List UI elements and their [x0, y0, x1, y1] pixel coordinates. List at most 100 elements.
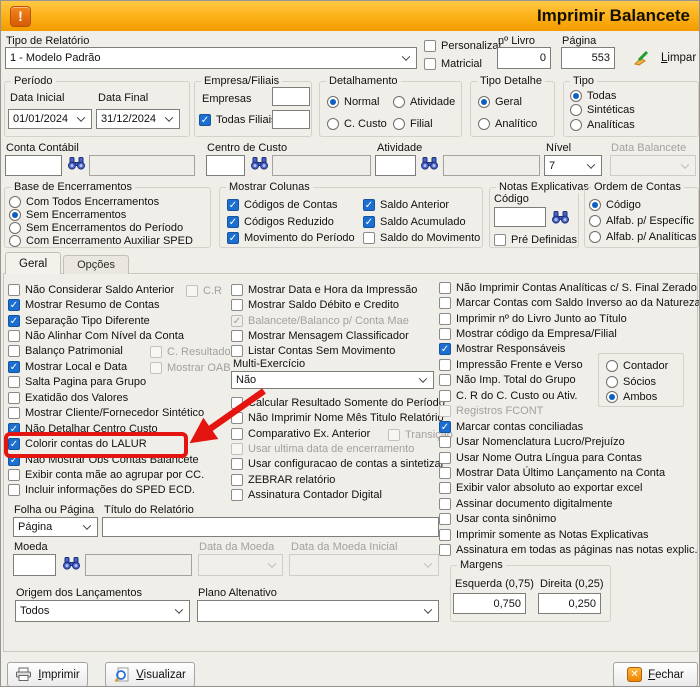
codigo-input[interactable]	[494, 207, 546, 227]
checkbox-zebrar-relatorio[interactable]: ZEBRAR relatório	[231, 472, 445, 487]
checkbox-usar-configuracao-de-contas-a-sintetizar[interactable]: Usar configuracao de contas a sintetizar	[231, 457, 445, 472]
checkbox-box[interactable]	[439, 452, 451, 464]
checkbox-nao-considerar-saldo-anterior[interactable]: Não Considerar Saldo AnteriorC.R	[8, 282, 204, 297]
radio-sinteticas[interactable]: Sintéticas	[570, 103, 635, 117]
checkbox-box[interactable]	[439, 467, 451, 479]
checkbox-box[interactable]: ✓	[227, 216, 239, 228]
checkbox-box[interactable]	[8, 484, 20, 496]
checkbox-box[interactable]	[8, 469, 20, 481]
checkbox-todas-filiais[interactable]: ✓Todas Filiais	[199, 112, 277, 127]
checkbox-saldo-acumulado[interactable]: ✓Saldo Acumulado	[363, 214, 480, 231]
fechar-button[interactable]: ✕ Fechar	[613, 662, 698, 687]
margem-esquerda-input[interactable]: 0,750	[453, 593, 526, 614]
checkbox-box[interactable]	[231, 474, 243, 486]
radio-circle[interactable]	[606, 360, 618, 372]
checkbox-box[interactable]	[439, 328, 451, 340]
checkbox-exibir-conta-mae-ao-agrupar-por-cc[interactable]: Exibir conta mãe ao agrupar por CC.	[8, 467, 204, 482]
checkbox-mostrar-mensagem-classificador[interactable]: Mostrar Mensagem Classificador	[231, 328, 417, 343]
pagina-input[interactable]: 553	[561, 47, 615, 69]
imprimir-button[interactable]: Imprimir	[7, 662, 88, 687]
checkbox-saldo-anterior[interactable]: ✓Saldo Anterior	[363, 197, 480, 214]
checkbox-box[interactable]	[8, 330, 20, 342]
radio-todas[interactable]: Todas	[570, 89, 635, 103]
checkbox-mostrar-codigo-da-empresa-filial[interactable]: Mostrar código da Empresa/Filial	[439, 326, 700, 341]
radio-com-encerramento-auxiliar-sped[interactable]: Com Encerramento Auxiliar SPED	[9, 234, 193, 247]
titulo-relatorio-input[interactable]	[102, 517, 439, 537]
tipo-relatorio-select[interactable]: 1 - Modelo Padrão	[5, 47, 417, 69]
checkbox-usar-nomenclatura-lucro-prejuizo[interactable]: Usar Nomenclatura Lucro/Prejuízo	[439, 434, 700, 449]
checkbox-pre-definidas[interactable]: Pré Definidas	[494, 232, 577, 247]
binoculars-icon[interactable]	[68, 157, 85, 170]
checkbox-box[interactable]	[8, 407, 20, 419]
checkbox-mostrar-data-e-hora-da-impressao[interactable]: Mostrar Data e Hora da Impressão	[231, 282, 417, 297]
checkbox-mostrar-saldo-debito-e-credito[interactable]: Mostrar Saldo Débito e Credito	[231, 297, 417, 312]
checkbox-exibir-valor-absoluto-ao-exportar-excel[interactable]: Exibir valor absoluto ao exportar excel	[439, 481, 700, 496]
radio-circle[interactable]	[570, 90, 582, 102]
num-livro-input[interactable]: 0	[497, 47, 551, 69]
binoculars-icon[interactable]	[251, 157, 268, 170]
checkbox-box[interactable]	[424, 58, 436, 70]
checkbox-salta-pagina-para-grupo[interactable]: Salta Pagina para Grupo	[8, 375, 204, 390]
checkbox-mostrar-data-ultimo-lancamento-na-conta[interactable]: Mostrar Data Último Lançamento na Conta	[439, 465, 700, 480]
nivel-select[interactable]: 7	[544, 155, 602, 176]
radio-circle[interactable]	[327, 118, 339, 130]
checkbox-box[interactable]	[8, 392, 20, 404]
checkbox-mostrar-local-e-data[interactable]: ✓Mostrar Local e DataMostrar OAB	[8, 359, 204, 374]
radio-circle[interactable]	[393, 118, 405, 130]
checkbox-box[interactable]	[363, 232, 375, 244]
radio-geral[interactable]: Geral	[478, 91, 537, 113]
visualizar-button[interactable]: Visualizar	[105, 662, 195, 687]
radio-circle[interactable]	[393, 96, 405, 108]
radio-circle[interactable]	[606, 376, 618, 388]
atividade-input[interactable]	[375, 155, 416, 176]
radio-analiticas[interactable]: Analíticas	[570, 118, 635, 132]
checkbox-box[interactable]	[439, 359, 451, 371]
checkbox-matricial[interactable]: Matricial	[424, 55, 502, 73]
checkbox-box[interactable]	[439, 498, 451, 510]
checkbox-usar-conta-sinonimo[interactable]: Usar conta sinônimo	[439, 512, 700, 527]
origem-lancamentos-select[interactable]: Todos	[15, 600, 190, 622]
radio-com-todos-encerramentos[interactable]: Com Todos Encerramentos	[9, 195, 193, 208]
binoculars-icon[interactable]	[421, 157, 438, 170]
radio-circle[interactable]	[589, 199, 601, 211]
checkbox-box[interactable]	[439, 282, 451, 294]
checkbox-movimento-do-periodo[interactable]: ✓Movimento do Período	[227, 230, 355, 247]
checkbox-box[interactable]	[439, 529, 451, 541]
checkbox-personalizar[interactable]: Personalizar	[424, 37, 502, 55]
radio-circle[interactable]	[9, 235, 21, 247]
checkbox-exatidao-dos-valores[interactable]: Exatidão dos Valores	[8, 390, 204, 405]
checkbox-box[interactable]: ✓	[363, 216, 375, 228]
checkbox-box[interactable]: ✓	[227, 232, 239, 244]
checkbox-box[interactable]: ✓	[439, 421, 451, 433]
checkbox-box[interactable]	[439, 374, 451, 386]
checkbox-separacao-tipo-diferente[interactable]: ✓Separação Tipo Diferente	[8, 313, 204, 328]
radio-codigo[interactable]: Código	[589, 197, 697, 213]
binoculars-icon[interactable]	[63, 557, 80, 570]
checkbox-box[interactable]: ✓	[8, 361, 20, 373]
radio-circle[interactable]	[589, 231, 601, 243]
checkbox-box[interactable]	[424, 40, 436, 52]
checkbox-mostrar-resumo-de-contas[interactable]: ✓Mostrar Resumo de Contas	[8, 297, 204, 312]
checkbox-nao-alinhar-com-nivel-da-conta[interactable]: Não Alinhar Com Nível da Conta	[8, 328, 204, 343]
checkbox-assinatura-contador-digital[interactable]: Assinatura Contador Digital	[231, 488, 445, 503]
radio-circle[interactable]	[327, 96, 339, 108]
checkbox-marcar-contas-com-saldo-inverso-ao-da-natureza[interactable]: Marcar Contas com Saldo Inverso ao da Na…	[439, 295, 700, 310]
radio-contador[interactable]: Contador	[606, 358, 668, 374]
checkbox-codigos-reduzido[interactable]: ✓Códigos Reduzido	[227, 214, 355, 231]
checkbox-box[interactable]	[439, 482, 451, 494]
checkbox-marcar-contas-conciliadas[interactable]: ✓Marcar contas conciliadas	[439, 419, 700, 434]
checkbox-incluir-informacoes-do-sped-ecd[interactable]: Incluir informações do SPED ECD.	[8, 483, 204, 498]
checkbox-box[interactable]	[439, 297, 451, 309]
checkbox-box[interactable]	[231, 458, 243, 470]
radio-circle[interactable]	[589, 215, 601, 227]
checkbox-box[interactable]	[231, 299, 243, 311]
radio-atividade[interactable]: Atividade	[393, 91, 455, 113]
checkbox-box[interactable]	[439, 313, 451, 325]
checkbox-listar-contas-sem-movimento[interactable]: Listar Contas Sem Movimento	[231, 344, 417, 359]
plano-alternativo-select[interactable]	[197, 600, 439, 622]
checkbox-imprimir-n-do-livro-junto-ao-titulo[interactable]: Imprimir nº do Livro Junto ao Título	[439, 311, 700, 326]
checkbox-usar-nome-outra-lingua-para-contas[interactable]: Usar Nome Outra Língua para Contas	[439, 450, 700, 465]
data-final-select[interactable]: 31/12/2024	[96, 109, 180, 129]
filiais-input[interactable]	[272, 110, 310, 129]
checkbox-box[interactable]	[231, 345, 243, 357]
